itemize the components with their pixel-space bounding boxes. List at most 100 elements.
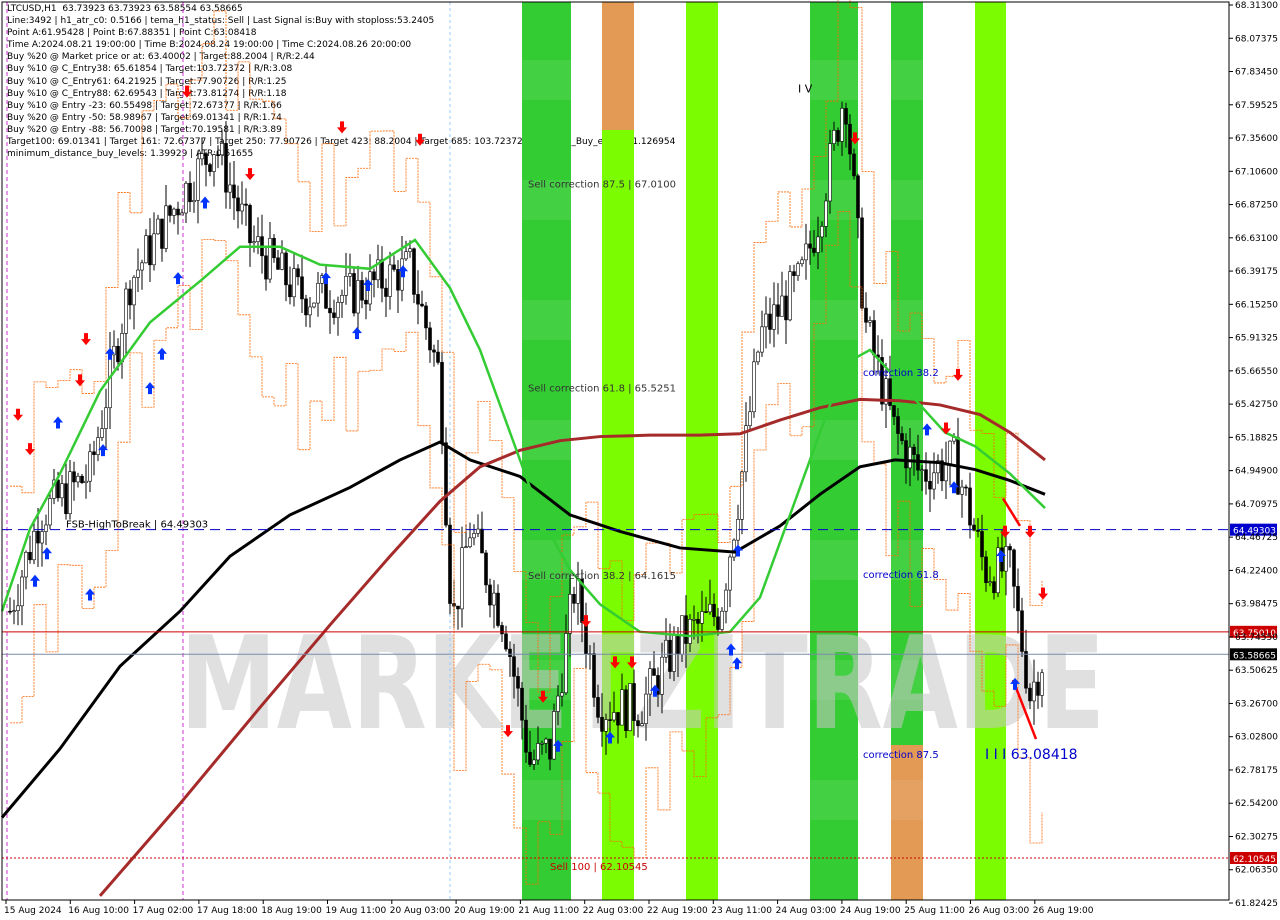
candle-body: [340, 294, 344, 303]
candle-body: [964, 486, 968, 489]
candle-body: [712, 603, 716, 618]
candle-body: [28, 551, 32, 561]
x-tick-label: 24 Aug 03:00: [776, 906, 837, 916]
candle-body: [616, 712, 620, 726]
candle-body: [696, 618, 700, 624]
candle-body: [1028, 687, 1032, 702]
candle-body: [172, 208, 176, 216]
price-level-label: FSB-HighToBreak | 64.49303: [66, 520, 208, 531]
x-tick-label: 26 Aug 19:00: [1033, 906, 1094, 916]
zone-stripe: [891, 300, 923, 340]
candle-body: [248, 205, 252, 244]
candle-body: [892, 405, 896, 417]
candle-body: [252, 241, 256, 244]
y-tick-label: 62.54200: [1235, 799, 1278, 809]
candle-body: [96, 437, 100, 455]
candle-body: [924, 469, 928, 482]
candle-body: [1040, 672, 1044, 696]
candle-body: [720, 610, 724, 630]
candle-body: [764, 313, 768, 328]
candle-body: [304, 298, 308, 316]
candle-body: [280, 252, 284, 270]
candle-body: [396, 269, 400, 291]
candle-body: [756, 351, 760, 363]
candle-body: [564, 633, 568, 694]
zone-stripe: [810, 60, 858, 100]
candle-body: [372, 271, 376, 281]
candle-body: [388, 264, 392, 297]
candle-body: [200, 153, 204, 160]
zone-stripe: [891, 780, 923, 820]
candle-body: [60, 483, 64, 499]
candle-body: [432, 349, 436, 353]
zone-stripe: [522, 780, 571, 820]
x-tick-label: 24 Aug 19:00: [840, 906, 901, 916]
buy-arrow: [30, 574, 40, 587]
wave-label: I I I 63.08418: [985, 747, 1078, 763]
candle-body: [584, 622, 588, 655]
candle-body: [512, 656, 516, 677]
candle-body: [508, 648, 512, 657]
candle-body: [796, 263, 800, 276]
candle-body: [268, 238, 272, 280]
price-level-label: Sell 100 | 62.10545: [550, 862, 648, 873]
candle-body: [812, 247, 816, 253]
candle-body: [256, 236, 260, 242]
x-tick-label: 21 Aug 11:00: [518, 906, 579, 916]
y-tick-label: 66.87250: [1235, 201, 1278, 211]
candle-body: [944, 464, 948, 482]
candle-body: [864, 307, 868, 323]
candle-body: [132, 277, 136, 306]
candle-body: [752, 361, 756, 413]
candle-body: [836, 130, 840, 142]
candle-body: [264, 255, 268, 280]
y-tick-label: 66.39175: [1235, 267, 1278, 277]
candle-body: [480, 528, 484, 554]
candle-body: [660, 656, 664, 695]
candle-body: [776, 304, 780, 317]
candle-body: [992, 581, 996, 594]
zone-stripe: [522, 60, 571, 100]
candle-body: [160, 218, 164, 249]
candle-body: [412, 248, 416, 295]
candle-body: [32, 530, 36, 561]
candle-body: [232, 184, 236, 199]
candle-body: [784, 295, 788, 321]
candle-body: [408, 248, 412, 253]
candle-body: [140, 262, 144, 271]
candle-body: [36, 530, 40, 544]
candle-body: [364, 299, 368, 305]
zone-label: Sell correction 87.5 | 67.0100: [528, 180, 676, 191]
candle-body: [272, 238, 276, 259]
y-tick-label: 64.46725: [1235, 533, 1278, 543]
price-badge-text: 63.58665: [1233, 651, 1276, 661]
candle-body: [692, 618, 696, 621]
y-tick-label: 63.74550: [1235, 633, 1278, 643]
candle-body: [144, 235, 148, 264]
candle-body: [800, 259, 804, 265]
candle-body: [176, 208, 180, 216]
candle-body: [676, 634, 680, 655]
sell-arrow: [953, 368, 963, 381]
candle-body: [88, 451, 92, 482]
candle-body: [348, 273, 352, 277]
candle-body: [520, 687, 524, 721]
sell-arrow: [1025, 525, 1035, 538]
candle-body: [380, 259, 384, 289]
candle-body: [968, 487, 972, 526]
candle-body: [856, 175, 860, 219]
candle-body: [484, 552, 488, 586]
candle-body: [840, 108, 844, 142]
candle-body: [152, 233, 156, 266]
sell-arrow: [415, 133, 425, 146]
candle-body: [244, 203, 248, 206]
y-tick-label: 62.30275: [1235, 832, 1278, 842]
candle-body: [576, 578, 580, 604]
candle-body: [80, 475, 84, 483]
candle-body: [164, 205, 168, 249]
buy-arrow: [352, 327, 362, 340]
candle-body: [1012, 549, 1016, 587]
candle-body: [456, 605, 460, 610]
candle-body: [824, 200, 828, 227]
x-tick-label: 18 Aug 19:00: [261, 906, 322, 916]
